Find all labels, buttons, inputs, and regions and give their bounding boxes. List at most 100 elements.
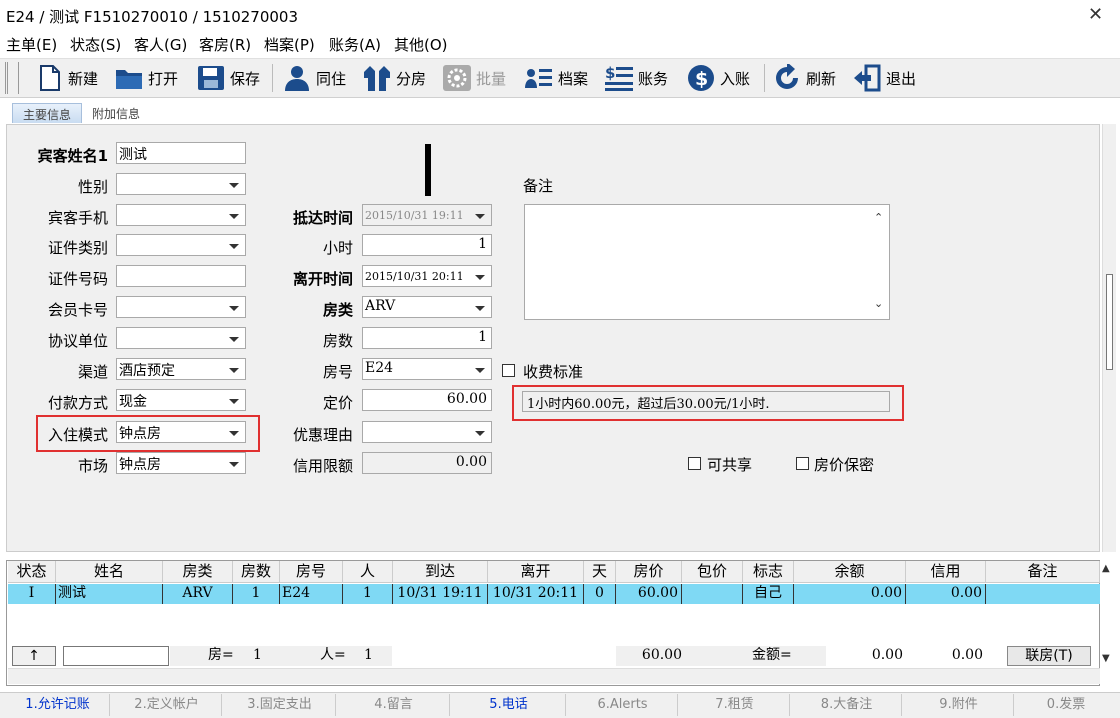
tab-define-account[interactable]: 2.定义帐户 — [112, 694, 222, 716]
fee-standard-checkbox[interactable] — [502, 364, 515, 377]
column-header[interactable]: 信用 — [906, 561, 986, 583]
tab-alerts[interactable]: 6.Alerts — [568, 694, 678, 716]
footer-search-input[interactable] — [63, 646, 169, 666]
room-number-select[interactable]: E24 — [362, 358, 492, 380]
menu-room[interactable]: 客房(R) — [199, 34, 251, 55]
hours-field[interactable]: 1 — [362, 234, 492, 256]
new-document-icon — [40, 65, 60, 91]
column-header[interactable]: 包价 — [682, 561, 743, 583]
table-cell: 0.00 — [794, 584, 906, 604]
channel-select[interactable]: 酒店预定 — [116, 358, 246, 380]
column-header[interactable]: 到达 — [393, 561, 488, 583]
column-header[interactable]: 姓名 — [56, 561, 163, 583]
column-header[interactable]: 人 — [343, 561, 393, 583]
column-header[interactable]: 房数 — [233, 561, 280, 583]
tab-main-info[interactable]: 主要信息 — [12, 103, 83, 123]
new-label: 新建 — [68, 69, 99, 88]
tab-extra-info[interactable]: 附加信息 — [82, 103, 150, 123]
column-header[interactable]: 备注 — [986, 561, 1100, 583]
remark-scrollbar[interactable]: ⌃ ⌄ — [871, 207, 887, 317]
mobile-select[interactable] — [116, 204, 246, 226]
new-button[interactable]: 新建 — [34, 62, 98, 94]
remark-textarea[interactable]: ⌃ ⌄ — [524, 204, 890, 320]
scroll-up-icon[interactable]: ▲ — [1102, 563, 1110, 574]
price-field[interactable]: 60.00 — [362, 389, 492, 411]
batch-button[interactable]: 批量 — [442, 62, 506, 94]
menu-main[interactable]: 主单(E) — [6, 34, 57, 55]
tab-phone[interactable]: 5.电话 — [452, 694, 566, 716]
depart-time-field[interactable]: 2015/10/31 20:11 — [362, 265, 492, 287]
discount-reason-select[interactable] — [362, 421, 492, 443]
id-type-select[interactable] — [116, 234, 246, 256]
column-header[interactable]: 标志 — [743, 561, 794, 583]
column-header[interactable]: 天 — [584, 561, 616, 583]
market-select[interactable]: 钟点房 — [116, 452, 246, 474]
account-label: 账务 — [638, 69, 669, 88]
scroll-down-icon[interactable]: ⌄ — [874, 297, 883, 310]
column-header[interactable]: 余额 — [794, 561, 906, 583]
mobile-label: 宾客手机 — [47, 209, 108, 227]
checkin-mode-select[interactable]: 钟点房 — [116, 421, 246, 443]
open-label: 打开 — [148, 69, 179, 88]
column-header[interactable]: 房类 — [163, 561, 233, 583]
column-header[interactable]: 房价 — [616, 561, 682, 583]
id-number-label: 证件号码 — [47, 270, 108, 288]
guest-name-field[interactable]: 测试 — [116, 142, 246, 164]
exit-button[interactable]: 退出 — [852, 62, 916, 94]
toolbar-separator — [764, 64, 765, 92]
tab-attachment[interactable]: 9.附件 — [904, 694, 1014, 716]
toolbar-grip[interactable] — [5, 62, 19, 94]
exit-icon — [854, 64, 881, 92]
scroll-down-icon[interactable]: ▼ — [1102, 653, 1110, 664]
tab-invoice[interactable]: 0.发票 — [1016, 694, 1116, 716]
open-button[interactable]: 打开 — [114, 62, 178, 94]
account-button[interactable]: $ 账务 — [604, 62, 668, 94]
tab-big-remark[interactable]: 8.大备注 — [792, 694, 902, 716]
fee-description-field: 1小时内60.00元，超过后30.00元/1小时. — [522, 391, 890, 412]
column-header[interactable]: 状态 — [8, 561, 56, 583]
payment-select[interactable]: 现金 — [116, 389, 246, 411]
id-type-label: 证件类别 — [47, 239, 108, 257]
column-header[interactable]: 房号 — [280, 561, 343, 583]
share-room-button[interactable]: 同住 — [282, 62, 346, 94]
agreement-select[interactable] — [116, 327, 246, 349]
share-label: 同住 — [316, 69, 347, 88]
menu-guest[interactable]: 客人(G) — [134, 34, 187, 55]
tab-message[interactable]: 4.留言 — [338, 694, 450, 716]
arrive-time-field[interactable]: 2015/10/31 19:11 — [362, 204, 492, 226]
member-card-select[interactable] — [116, 296, 246, 318]
post-button[interactable]: $ 入账 — [686, 62, 750, 94]
scroll-up-icon[interactable]: ⌃ — [874, 211, 883, 224]
menu-archive[interactable]: 档案(P) — [264, 34, 315, 55]
up-button[interactable]: ↑ — [12, 646, 56, 666]
window-title: E24 / 测试 F1510270010 / 1510270003 — [6, 8, 299, 26]
tab-fixed-expense[interactable]: 3.固定支出 — [224, 694, 336, 716]
link-room-button[interactable]: 联房(T) — [1007, 646, 1091, 666]
table-cell — [682, 584, 743, 604]
scroll-thumb[interactable] — [1106, 274, 1113, 370]
room-type-select[interactable]: ARV — [362, 296, 492, 318]
room-count-field[interactable]: 1 — [362, 327, 492, 349]
table-cell: ARV — [163, 584, 233, 604]
split-room-button[interactable]: 分房 — [362, 62, 426, 94]
tab-allow-charge[interactable]: 1.允许记账 — [6, 694, 110, 716]
grid-hscrollbar[interactable] — [8, 668, 1100, 684]
refresh-button[interactable]: 刷新 — [772, 62, 836, 94]
column-header[interactable]: 离开 — [488, 561, 584, 583]
save-button[interactable]: 保存 — [196, 62, 260, 94]
shareable-checkbox[interactable] — [688, 457, 701, 470]
menu-status[interactable]: 状态(S) — [70, 34, 121, 55]
window-scrollbar[interactable] — [1102, 124, 1116, 552]
grid-scrollbar[interactable]: ▲ ▼ — [1102, 561, 1114, 671]
toolbar-separator — [272, 64, 273, 92]
menu-account[interactable]: 账务(A) — [329, 34, 381, 55]
tab-lease[interactable]: 7.租赁 — [680, 694, 790, 716]
archive-button[interactable]: 档案 — [524, 62, 588, 94]
id-number-field[interactable] — [116, 265, 246, 287]
gender-select[interactable] — [116, 173, 246, 195]
menu-other[interactable]: 其他(O) — [394, 34, 448, 55]
price-secret-checkbox[interactable] — [796, 457, 809, 470]
close-button[interactable]: ✕ — [1088, 4, 1103, 25]
credit-limit-field[interactable]: 0.00 — [362, 452, 492, 474]
member-card-label: 会员卡号 — [47, 301, 108, 319]
